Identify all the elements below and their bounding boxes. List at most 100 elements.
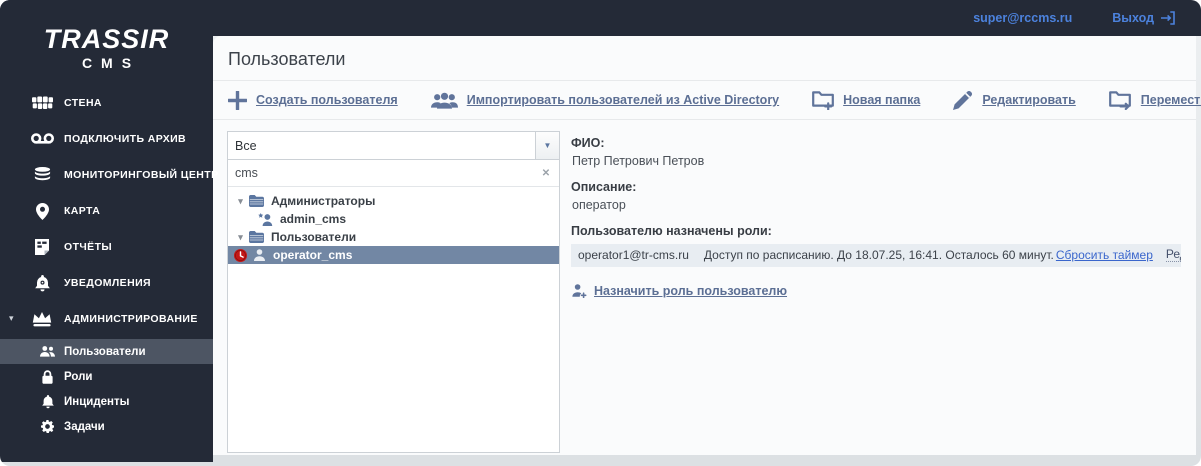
users-tree: ▾ Администраторы admin_cms ▾ Пользовател… bbox=[228, 187, 559, 264]
admin-user-icon bbox=[258, 212, 273, 226]
sidebar-item-users[interactable]: Пользователи bbox=[0, 339, 213, 364]
sidebar-item-administration[interactable]: ▾ АДМИНИСТРИРОВАНИЕ bbox=[0, 301, 213, 337]
description-value: оператор bbox=[572, 198, 626, 212]
sidebar-item-incidents[interactable]: Инциденты bbox=[0, 389, 213, 414]
page-title: Пользователи bbox=[228, 49, 346, 69]
sidebar-item-label: Инциденты bbox=[64, 395, 130, 408]
sidebar: TRASSIR CMS СТЕНА ПОДКЛЮЧИТЬ АРХИВ МОНИТ… bbox=[0, 0, 218, 462]
new-folder-button[interactable]: Новая папка bbox=[812, 90, 920, 110]
sidebar-item-roles[interactable]: Роли bbox=[0, 364, 213, 389]
assigned-roles-label: Пользователю назначены роли: bbox=[571, 224, 772, 238]
move-to-label: Переместить в... bbox=[1140, 93, 1201, 107]
edit-label: Редактировать bbox=[982, 93, 1076, 107]
sidebar-item-label: Роли bbox=[64, 370, 93, 383]
edit-role-link[interactable]: Редактировать bbox=[1165, 248, 1181, 262]
tree-expander-icon[interactable]: ▾ bbox=[235, 232, 246, 242]
chevron-down-icon: ▾ bbox=[9, 312, 14, 323]
user-details-panel: ФИО: Петр Петрович Петров Описание: опер… bbox=[560, 131, 1181, 453]
sidebar-item-map[interactable]: КАРТА bbox=[0, 193, 213, 229]
sidebar-item-connect-archive[interactable]: ПОДКЛЮЧИТЬ АРХИВ bbox=[0, 121, 213, 157]
timer-icon bbox=[234, 248, 247, 262]
sidebar-item-label: ПОДКЛЮЧИТЬ АРХИВ bbox=[64, 133, 187, 145]
sidebar-item-label: Пользователи bbox=[64, 345, 146, 358]
app-window: super@rccms.ru Выход TRASSIR CMS СТЕНА П… bbox=[0, 0, 1201, 466]
tree-user-admin[interactable]: admin_cms bbox=[228, 210, 559, 228]
user-icon bbox=[254, 249, 265, 261]
user-plus-icon bbox=[571, 284, 587, 298]
gear-icon bbox=[39, 420, 56, 433]
new-folder-label: Новая папка bbox=[843, 93, 921, 107]
move-to-button[interactable]: Переместить в... bbox=[1108, 90, 1201, 110]
administration-submenu: Пользователи Роли Инциденты Задачи bbox=[0, 339, 213, 439]
sidebar-item-wall[interactable]: СТЕНА bbox=[0, 85, 213, 121]
product-logo: CMS bbox=[81, 55, 141, 71]
sidebar-item-reports[interactable]: ОТЧЁТЫ bbox=[0, 229, 213, 265]
folder-icon bbox=[249, 195, 264, 207]
users-tree-panel: Все ▼ ✕ ▾ Администраторы bbox=[227, 131, 560, 453]
sidebar-menu: СТЕНА ПОДКЛЮЧИТЬ АРХИВ МОНИТОРИНГОВЫЙ ЦЕ… bbox=[0, 85, 218, 439]
content-body: Все ▼ ✕ ▾ Администраторы bbox=[213, 120, 1196, 455]
sidebar-item-label: ОТЧЁТЫ bbox=[64, 241, 113, 253]
tree-user-operator[interactable]: operator_cms bbox=[228, 246, 559, 264]
logout-label: Выход bbox=[1112, 11, 1154, 25]
tree-expander-icon[interactable]: ▾ bbox=[235, 196, 246, 206]
create-user-label: Создать пользователя bbox=[256, 93, 398, 107]
sidebar-item-label: КАРТА bbox=[64, 205, 101, 217]
user-group-icon bbox=[430, 92, 458, 109]
tree-folder-label: Пользователи bbox=[271, 230, 357, 244]
create-user-button[interactable]: Создать пользователя bbox=[228, 90, 398, 110]
sidebar-item-label: МОНИТОРИНГОВЫЙ ЦЕНТР bbox=[64, 169, 219, 181]
sidebar-item-tasks[interactable]: Задачи bbox=[0, 414, 213, 439]
folder-plus-icon bbox=[812, 90, 835, 110]
brand-logo: TRASSIR bbox=[43, 24, 170, 54]
crown-icon bbox=[30, 311, 54, 327]
filter-dropdown[interactable]: Все ▼ bbox=[228, 132, 559, 160]
video-wall-icon bbox=[30, 96, 54, 110]
tree-folder-administrators[interactable]: ▾ Администраторы bbox=[228, 192, 559, 210]
logout-icon bbox=[1161, 11, 1175, 25]
description-label: Описание: bbox=[571, 180, 637, 194]
main-content: Пользователи Создать пользователя Импорт… bbox=[213, 36, 1201, 455]
pencil-icon bbox=[953, 90, 973, 110]
lock-icon bbox=[39, 369, 56, 384]
plus-icon bbox=[228, 90, 247, 110]
assign-role-button[interactable]: Назначить роль пользователю bbox=[571, 284, 787, 298]
filter-dropdown-value: Все bbox=[235, 138, 257, 153]
toolbar: Создать пользователя Импортировать польз… bbox=[213, 81, 1201, 119]
database-icon bbox=[30, 167, 54, 183]
tree-user-label: admin_cms bbox=[280, 212, 347, 226]
logout-button[interactable]: Выход bbox=[1112, 11, 1175, 25]
search-input[interactable] bbox=[228, 166, 533, 180]
edit-button[interactable]: Редактировать bbox=[953, 90, 1076, 110]
folder-arrow-icon bbox=[1108, 90, 1132, 110]
sidebar-item-label: Задачи bbox=[64, 420, 105, 433]
sidebar-item-label: СТЕНА bbox=[64, 97, 102, 109]
sidebar-item-notifications[interactable]: УВЕДОМЛЕНИЯ bbox=[0, 265, 213, 301]
clear-search-icon[interactable]: ✕ bbox=[533, 168, 559, 179]
bell-icon bbox=[39, 394, 56, 409]
dropdown-arrow-icon[interactable]: ▼ bbox=[535, 132, 559, 159]
reset-timer-link[interactable]: Сбросить таймер bbox=[1056, 248, 1153, 262]
role-schedule-text: Доступ по расписанию. До 18.07.25, 16:41… bbox=[703, 248, 1054, 262]
tree-user-label: operator_cms bbox=[273, 248, 353, 262]
fio-label: ФИО: bbox=[571, 136, 605, 150]
role-account: operator1@tr-cms.ru bbox=[578, 248, 689, 262]
account-email: super@rccms.ru bbox=[973, 11, 1073, 25]
sidebar-item-monitoring-center[interactable]: МОНИТОРИНГОВЫЙ ЦЕНТР bbox=[0, 157, 218, 193]
tree-folder-label: Администраторы bbox=[271, 194, 376, 208]
tree-folder-users[interactable]: ▾ Пользователи bbox=[228, 228, 559, 246]
fio-value: Петр Петрович Петров bbox=[572, 154, 705, 168]
users-icon bbox=[39, 346, 56, 357]
import-users-button[interactable]: Импортировать пользователей из Active Di… bbox=[430, 92, 780, 109]
folder-icon bbox=[249, 231, 264, 243]
assign-role-label: Назначить роль пользователю bbox=[594, 284, 788, 298]
logo: TRASSIR CMS bbox=[0, 24, 213, 71]
report-icon bbox=[30, 239, 54, 255]
sidebar-item-label: АДМИНИСТРИРОВАНИЕ bbox=[64, 313, 198, 325]
search-bar: ✕ bbox=[228, 160, 559, 187]
role-row: operator1@tr-cms.ru Доступ по расписанию… bbox=[571, 244, 1181, 267]
import-users-label: Импортировать пользователей из Active Di… bbox=[466, 93, 780, 107]
bell-icon bbox=[30, 274, 54, 292]
archive-reel-icon bbox=[30, 133, 54, 145]
map-pin-icon bbox=[30, 202, 54, 220]
